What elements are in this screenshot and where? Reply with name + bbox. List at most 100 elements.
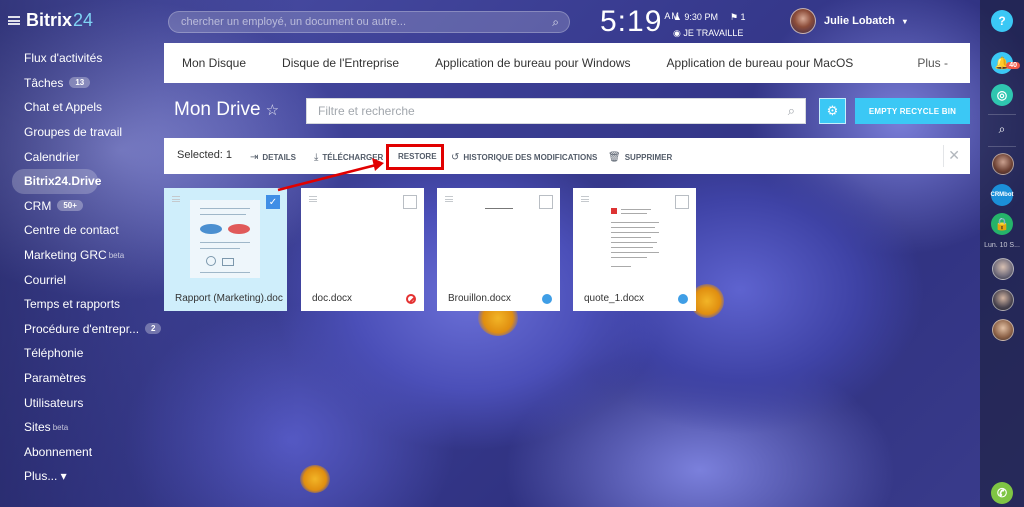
sidebar-item-sites[interactable]: Sites beta [12,415,157,440]
history-label: HISTORIQUE DES MODIFICATIONS [463,153,598,162]
trash-icon: 🗑 [608,152,621,163]
drag-handle-icon[interactable] [445,196,453,202]
blocked-icon [406,294,416,304]
sidebar-item-label: Procédure d'entrepr... [24,321,140,336]
sidebar-item-contact-center[interactable]: Centre de contact [12,218,157,243]
empty-recycle-bin-button[interactable]: EMPTY RECYCLE BIN [855,98,970,124]
drag-handle-icon[interactable] [309,196,317,202]
help-button[interactable]: ? [991,10,1013,32]
clock[interactable]: 5:19 AM [600,5,680,39]
search-icon[interactable]: ⌕ [552,15,559,30]
filter-search-input[interactable]: Filtre et recherche ⌕ [306,98,806,124]
global-search-input[interactable]: chercher un employé, un document ou autr… [168,11,570,33]
file-tile[interactable]: ✓ Rapport (Marketing).doc [164,188,287,311]
sidebar-item-label: Téléphonie [24,346,84,361]
date-label: Lun. 10 S... [984,242,1020,249]
divider [988,114,1016,115]
lock-button[interactable]: 🔒 [991,213,1013,235]
sidebar-item-procedures[interactable]: Procédure d'entrepr... 2 [12,317,162,342]
avatar[interactable] [790,8,816,34]
history-icon: ↺ [451,152,460,163]
sidebar-item-label: Centre de contact [24,223,119,238]
checkbox[interactable] [403,195,417,209]
file-name: doc.docx [312,293,353,304]
checkbox[interactable] [539,195,553,209]
alarm-icon: ▲ [673,12,685,22]
tab-my-disk[interactable]: Mon Disque [164,56,264,70]
logo[interactable]: Bitrix 24 [8,10,93,31]
file-name: quote_1.docx [584,293,645,304]
sidebar-item-tasks[interactable]: Tâches 13 [12,71,157,96]
sidebar-item-chat[interactable]: Chat et Appels [12,95,157,120]
sidebar-item-label: Marketing GRC [24,248,107,263]
sidebar-item-label: Tâches [24,75,64,90]
sidebar-item-more[interactable]: Plus... ▾ [12,464,157,489]
drag-handle-icon[interactable] [581,196,589,202]
logo-accent: 24 [73,10,94,30]
star-icon[interactable]: ☆ [266,102,279,119]
notifications-button[interactable]: 🔔 40 [991,52,1020,74]
drive-nav: Mon Disque Disque de l'Entreprise Applic… [164,43,970,83]
phone-icon: ✆ [996,486,1008,500]
tab-company-disk[interactable]: Disque de l'Entreprise [264,56,417,70]
shared-icon [542,294,552,304]
sidebar-item-crm[interactable]: CRM 50+ [12,194,157,219]
search-button[interactable]: ⌕ [991,118,1013,140]
chat-button[interactable]: ◎ [991,84,1013,106]
drag-handle-icon[interactable] [172,196,180,202]
clock-time: 5:19 [600,5,663,38]
file-thumbnail [605,200,665,278]
file-tile[interactable]: doc.docx [301,188,424,311]
sidebar-item-workgroups[interactable]: Groupes de travail [12,120,157,145]
tab-windows-app[interactable]: Application de bureau pour Windows [417,56,648,70]
alarm-time: 9:30 PM [684,12,718,22]
file-tile[interactable]: quote_1.docx [573,188,696,311]
search-icon[interactable]: ⌕ [788,103,795,119]
contact-avatar[interactable] [992,153,1014,175]
day-status[interactable]: ▲ 9:30 PM ⚑ 1 ◉ JE TRAVAILLE [673,9,746,41]
page-title: Mon Drive ☆ [174,99,279,121]
download-icon: ⤓ [314,152,319,163]
sidebar-item-settings[interactable]: Paramètres [12,366,157,391]
action-bar: Selected: 1 ⇥ DETAILS ⤓ TÉLÉCHARGER RESTOR… [164,138,970,174]
tab-macos-app[interactable]: Application de bureau pour MacOS [649,56,872,70]
phone-button[interactable]: ✆ [991,482,1013,504]
contact-avatar[interactable] [992,319,1014,341]
tab-more[interactable]: Plus - [917,56,948,70]
sidebar-item-calendar[interactable]: Calendrier [12,144,157,169]
contact-avatar[interactable] [992,258,1014,280]
delete-button[interactable]: 🗑 SUPPRIMER [608,152,672,163]
close-icon[interactable]: ✕ [948,147,960,164]
history-button[interactable]: ↺ HISTORIQUE DES MODIFICATIONS [451,152,597,163]
page-title-text: Mon Drive [174,99,261,120]
user-menu[interactable]: Julie Lobatch ▾ [790,8,907,34]
contact-avatar[interactable] [992,289,1014,311]
menu-icon[interactable] [8,16,20,25]
file-tile[interactable]: Brouillon.docx [437,188,560,311]
sidebar-item-mail[interactable]: Courriel [12,267,157,292]
sidebar-item-telephony[interactable]: Téléphonie [12,341,157,366]
flag-icon: ⚑ [729,12,741,22]
crmbot-button[interactable]: CRMbot [991,184,1014,206]
sidebar-item-time-reports[interactable]: Temps et rapports [12,292,157,317]
restore-highlight [386,144,444,170]
gear-icon: ⚙ [826,103,839,118]
sidebar-item-drive[interactable]: Bitrix24.Drive [12,168,101,194]
logo-main: Bitrix [26,10,73,30]
settings-button[interactable]: ⚙ [819,98,846,124]
file-name: Rapport (Marketing).doc [175,293,283,304]
details-label: DETAILS [262,153,297,162]
checkbox-checked[interactable]: ✓ [266,195,280,209]
counter-badge: 13 [69,77,91,89]
sidebar-item-subscription[interactable]: Abonnement [12,440,157,465]
details-button[interactable]: ⇥ DETAILS [250,152,296,163]
sidebar-item-label: Sites [24,420,51,435]
sidebar-item-feed[interactable]: Flux d'activités [12,46,157,71]
right-rail: ? 🔔 40 ◎ ⌕ CRMbot 🔒 Lun. 10 S... ✆ [980,0,1024,507]
download-button[interactable]: ⤓ TÉLÉCHARGER [314,152,383,163]
flag-count: 1 [740,12,746,22]
global-search-placeholder: chercher un employé, un document ou autr… [181,16,407,28]
sidebar-item-marketing[interactable]: Marketing GRC beta [12,243,157,268]
checkbox[interactable] [675,195,689,209]
sidebar-item-users[interactable]: Utilisateurs [12,390,157,415]
